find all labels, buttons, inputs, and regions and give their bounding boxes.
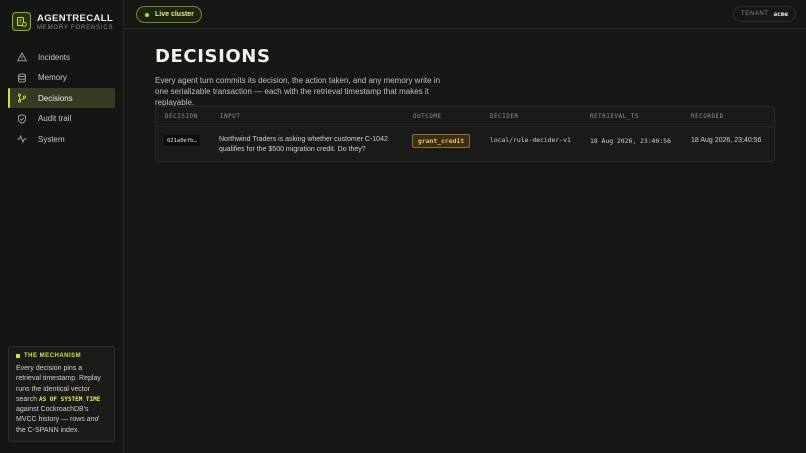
status-dot-icon [145, 12, 149, 17]
activity-icon [16, 133, 28, 145]
tenant-label: TENANT [740, 11, 769, 17]
sidebar: AGENTRECALL MEMORY FORENSICS Incidents M… [0, 0, 124, 453]
outcome-badge: grant_credit [412, 134, 471, 148]
table-row[interactable]: 021a0efb… Northwind Traders is asking wh… [156, 127, 774, 162]
git-branch-icon [16, 92, 28, 104]
mechanism-card: THE MECHANISM Every decision pins a retr… [8, 346, 115, 442]
tenant-value: acme [773, 10, 788, 18]
brand-subtitle: MEMORY FORENSICS [37, 24, 114, 31]
warning-icon [16, 51, 28, 63]
sidebar-item-decisions[interactable]: Decisions [8, 88, 115, 109]
table-header: DECISION INPUT OUTCOME DECIDER RETRIEVAL… [156, 107, 774, 127]
page-description: Every agent turn commits its decision, t… [155, 76, 441, 107]
decisions-table: DECISION INPUT OUTCOME DECIDER RETRIEVAL… [155, 106, 775, 162]
shield-check-icon [16, 113, 28, 125]
page-title: DECISIONS [155, 46, 271, 67]
sidebar-item-incidents[interactable]: Incidents [8, 47, 115, 67]
column-header-recorded[interactable]: RECORDED [691, 114, 724, 120]
live-cluster-button[interactable]: Live cluster [136, 6, 202, 23]
sidebar-item-audit-trail[interactable]: Audit trail [8, 109, 115, 129]
retrieval-ts-value: 18 Aug 2026, 23:40:56 [590, 137, 671, 145]
as-of-system-time-code: AS OF SYSTEM TIME [38, 395, 101, 403]
tenant-selector[interactable]: TENANT acme [732, 6, 796, 22]
square-bullet-icon [16, 354, 20, 358]
sidebar-item-label: Decisions [38, 93, 73, 103]
column-header-retrieval-ts[interactable]: RETRIEVAL_TS [590, 114, 639, 120]
mechanism-title: THE MECHANISM [16, 353, 107, 359]
brand-logo-icon [12, 12, 31, 31]
mechanism-text: Every decision pins a retrieval timestam… [16, 365, 101, 434]
sidebar-item-label: Audit trail [38, 114, 72, 124]
decision-input: Northwind Traders is asking whether cust… [219, 136, 388, 153]
database-icon [16, 72, 28, 84]
column-header-input[interactable]: INPUT [220, 114, 240, 120]
column-header-outcome[interactable]: OUTCOME [413, 114, 442, 120]
column-header-decider[interactable]: DECIDER [490, 114, 519, 120]
decider-value: local/rule-decider-v1 [490, 136, 571, 144]
sidebar-item-memory[interactable]: Memory [8, 68, 115, 88]
sidebar-nav: Incidents Memory Decisions Audit trail S… [8, 47, 115, 150]
sidebar-item-label: Incidents [38, 52, 71, 62]
main-content: DECISIONS Every agent turn commits its d… [155, 46, 775, 108]
recorded-value: 18 Aug 2026, 23:40:56 [691, 137, 762, 144]
sidebar-item-label: System [38, 134, 65, 144]
sidebar-item-system[interactable]: System [8, 129, 115, 149]
sidebar-item-label: Memory [38, 73, 67, 83]
brand-name: AGENTRECALL [37, 12, 114, 24]
top-bar: Live cluster TENANT acme [124, 0, 806, 29]
brand[interactable]: AGENTRECALL MEMORY FORENSICS [12, 12, 113, 31]
decision-id[interactable]: 021a0efb… [164, 135, 200, 146]
column-header-decision[interactable]: DECISION [165, 114, 198, 120]
